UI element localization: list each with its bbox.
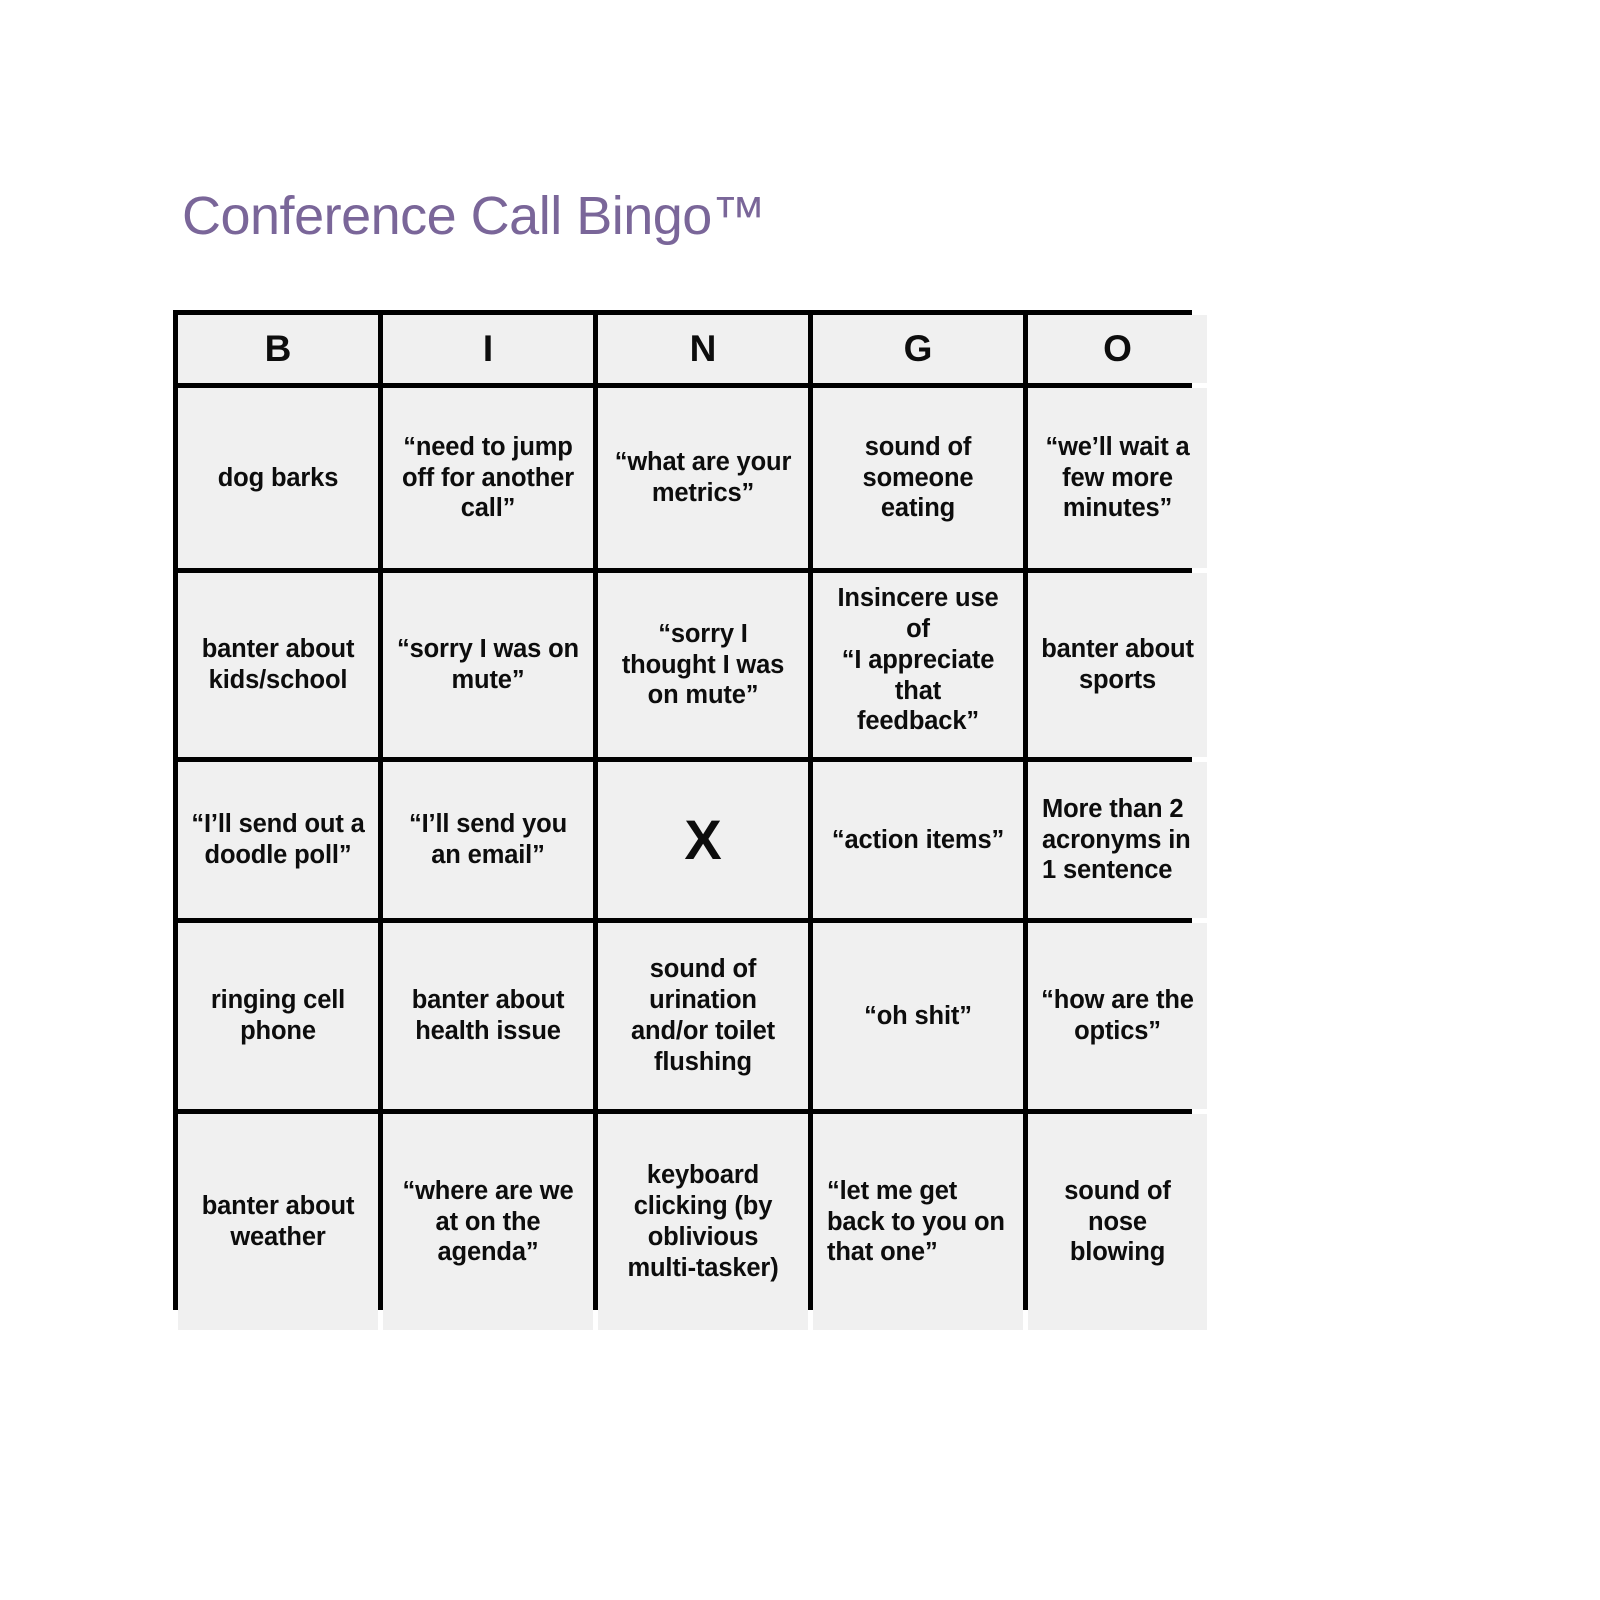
bingo-cell-text: More than 2 acronyms in 1 sentence — [1042, 794, 1191, 885]
bingo-cell-text: sound of urination and/or toilet flushin… — [631, 955, 775, 1076]
bingo-cell-b4[interactable]: ringing cell phone — [178, 923, 378, 1109]
bingo-cell-free-space[interactable]: X — [598, 762, 808, 918]
bingo-cell-n4[interactable]: sound of urination and/or toilet flushin… — [598, 923, 808, 1109]
column-header-o: O — [1028, 315, 1207, 383]
bingo-cell-o1[interactable]: “we’ll wait a few more minutes” — [1028, 388, 1207, 568]
column-header-label: G — [903, 327, 933, 369]
bingo-cell-g2[interactable]: Insincere use of “I appreciate that feed… — [813, 573, 1023, 757]
bingo-cell-i1[interactable]: “need to jump off for another call” — [383, 388, 593, 568]
bingo-cell-text: “sorry I thought I was on mute” — [621, 619, 785, 710]
bingo-page: Conference Call Bingo™ B I N G O dog bar… — [0, 0, 1600, 1600]
bingo-cell-text: banter about health issue — [411, 986, 565, 1045]
bingo-cell-text: “we’ll wait a few more minutes” — [1045, 432, 1190, 523]
bingo-cell-i3[interactable]: “I’ll send you an email” — [383, 762, 593, 918]
bingo-cell-b5[interactable]: banter about weather — [178, 1114, 378, 1330]
bingo-cell-text: keyboard clicking (by oblivious multi-ta… — [627, 1161, 779, 1282]
column-header-label: B — [264, 327, 292, 369]
bingo-cell-text: “let me get back to you on that one” — [827, 1176, 1005, 1267]
bingo-cell-text: “I’ll send out a doodle poll” — [191, 810, 365, 869]
bingo-cell-text: “oh shit” — [864, 1001, 972, 1030]
column-header-label: O — [1103, 327, 1132, 369]
bingo-cell-o5[interactable]: sound of nose blowing — [1028, 1114, 1207, 1330]
bingo-card-grid: B I N G O dog barks “need to jump off fo… — [173, 310, 1207, 1330]
bingo-cell-n2[interactable]: “sorry I thought I was on mute” — [598, 573, 808, 757]
bingo-cell-o2[interactable]: banter about sports — [1028, 573, 1207, 757]
bingo-cell-text: “what are your metrics” — [614, 448, 792, 507]
bingo-cell-i4[interactable]: banter about health issue — [383, 923, 593, 1109]
bingo-cell-text: “where are we at on the agenda” — [402, 1176, 574, 1267]
bingo-cell-text: banter about sports — [1041, 635, 1194, 694]
bingo-cell-o4[interactable]: “how are the optics” — [1028, 923, 1207, 1109]
bingo-cell-g3[interactable]: “action items” — [813, 762, 1023, 918]
bingo-cell-o3[interactable]: More than 2 acronyms in 1 sentence — [1028, 762, 1207, 918]
free-space-marker: X — [684, 808, 722, 872]
bingo-cell-text: ringing cell phone — [210, 986, 346, 1045]
bingo-cell-n5[interactable]: keyboard clicking (by oblivious multi-ta… — [598, 1114, 808, 1330]
bingo-cell-b1[interactable]: dog barks — [178, 388, 378, 568]
bingo-cell-text: dog barks — [217, 463, 339, 492]
bingo-cell-g1[interactable]: sound of someone eating — [813, 388, 1023, 568]
bingo-cell-i5[interactable]: “where are we at on the agenda” — [383, 1114, 593, 1330]
column-header-n: N — [598, 315, 808, 383]
bingo-cell-text: sound of someone eating — [862, 432, 974, 523]
bingo-cell-text: “sorry I was on mute” — [397, 635, 579, 694]
bingo-cell-text: banter about kids/school — [201, 635, 355, 694]
bingo-cell-b3[interactable]: “I’ll send out a doodle poll” — [178, 762, 378, 918]
bingo-cell-text: “how are the optics” — [1041, 986, 1194, 1045]
page-title: Conference Call Bingo™ — [182, 186, 766, 246]
column-header-label: I — [482, 327, 494, 369]
bingo-cell-text: “I’ll send you an email” — [408, 810, 567, 869]
column-header-i: I — [383, 315, 593, 383]
column-header-g: G — [813, 315, 1023, 383]
column-header-label: N — [689, 327, 717, 369]
bingo-cell-text: “action items” — [831, 825, 1005, 854]
bingo-cell-b2[interactable]: banter about kids/school — [178, 573, 378, 757]
bingo-cell-g5[interactable]: “let me get back to you on that one” — [813, 1114, 1023, 1330]
bingo-cell-text: banter about weather — [201, 1192, 355, 1251]
bingo-cell-g4[interactable]: “oh shit” — [813, 923, 1023, 1109]
column-header-b: B — [178, 315, 378, 383]
bingo-cell-n1[interactable]: “what are your metrics” — [598, 388, 808, 568]
bingo-cell-i2[interactable]: “sorry I was on mute” — [383, 573, 593, 757]
bingo-cell-text: sound of nose blowing — [1064, 1176, 1171, 1267]
bingo-cell-text: Insincere use of “I appreciate that feed… — [837, 584, 999, 736]
bingo-cell-text: “need to jump off for another call” — [402, 432, 574, 523]
